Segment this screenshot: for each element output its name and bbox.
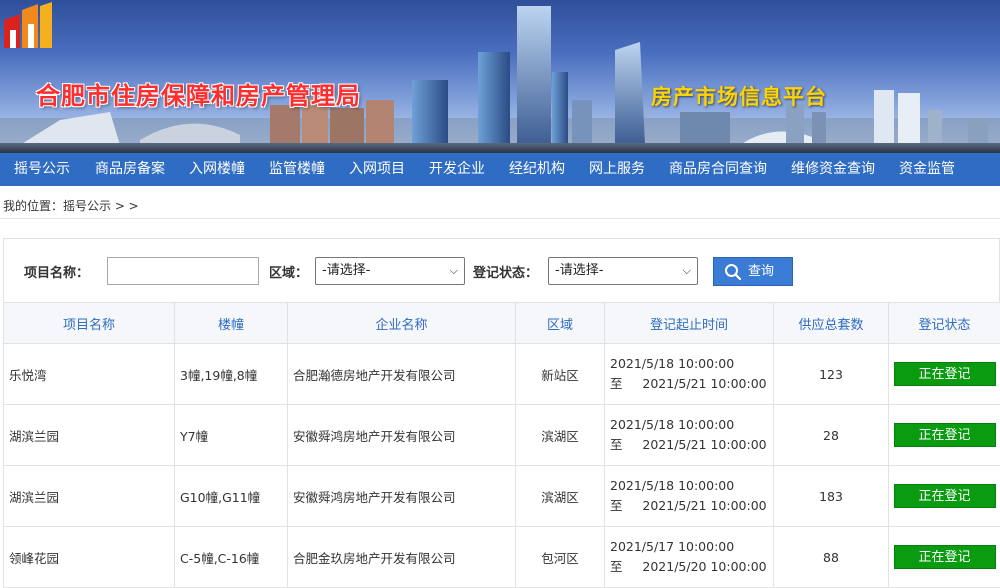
col-header-company: 企业名称	[288, 303, 516, 344]
bureau-logo-icon	[0, 0, 56, 52]
period-end: 2021/5/21 10:00:00	[642, 437, 766, 452]
col-header-total: 供应总套数	[774, 303, 889, 344]
search-panel: 项目名称： 区域： -请选择- ⌵ 登记状态： -请选择- ⌵ 查询	[3, 238, 1000, 302]
period-cell: 2021/5/18 10:00:00 至 2021/5/21 10:00:00	[605, 466, 774, 527]
period-end-line: 至 2021/5/21 10:00:00	[610, 374, 773, 394]
period-to: 至	[610, 376, 623, 391]
period-start: 2021/5/18 10:00:00	[610, 354, 773, 374]
period-end: 2021/5/21 10:00:00	[642, 498, 766, 513]
status-select[interactable]: -请选择- ⌵	[548, 257, 698, 285]
divider	[0, 218, 1000, 219]
company-cell: 安徽舜鸿房地产开发有限公司	[288, 405, 516, 466]
company-cell: 安徽舜鸿房地产开发有限公司	[288, 466, 516, 527]
col-header-project: 项目名称	[4, 303, 175, 344]
status-cell: 正在登记	[889, 344, 1000, 405]
district-select[interactable]: -请选择- ⌵	[315, 257, 465, 285]
search-icon	[724, 263, 742, 281]
building-cell: 3幢,19幢,8幢	[175, 344, 288, 405]
district-label: 区域：	[269, 262, 308, 281]
lottery-table: 项目名称 楼幢 企业名称 区域 登记起止时间 供应总套数 登记状态 乐悦湾 3幢…	[3, 302, 1000, 588]
period-to: 至	[610, 559, 623, 574]
nav-item-network-buildings[interactable]: 入网楼幢	[189, 153, 245, 186]
district-select-value: -请选择-	[322, 263, 370, 278]
table-row: 湖滨兰园 Y7幢 安徽舜鸿房地产开发有限公司 滨湖区 2021/5/18 10:…	[4, 405, 1000, 466]
total-cell: 88	[774, 527, 889, 588]
period-cell: 2021/5/18 10:00:00 至 2021/5/21 10:00:00	[605, 344, 774, 405]
project-name-input[interactable]	[107, 257, 259, 285]
col-header-status: 登记状态	[889, 303, 1000, 344]
col-header-period: 登记起止时间	[605, 303, 774, 344]
table-header-row: 项目名称 楼幢 企业名称 区域 登记起止时间 供应总套数 登记状态	[4, 303, 1000, 344]
district-cell: 新站区	[516, 344, 605, 405]
project-name-link[interactable]: 湖滨兰园	[4, 405, 175, 466]
total-cell: 28	[774, 405, 889, 466]
nav-item-online-service[interactable]: 网上服务	[589, 153, 645, 186]
nav-item-fund-supervision[interactable]: 资金监管	[899, 153, 955, 186]
nav-item-network-projects[interactable]: 入网项目	[349, 153, 405, 186]
project-name-link[interactable]: 湖滨兰园	[4, 466, 175, 527]
period-start: 2021/5/17 10:00:00	[610, 537, 773, 557]
building-cell: C-5幢,C-16幢	[175, 527, 288, 588]
nav-item-housing-filing[interactable]: 商品房备案	[95, 153, 165, 186]
district-cell: 包河区	[516, 527, 605, 588]
col-header-district: 区域	[516, 303, 605, 344]
header-banner: 合肥市住房保障和房产管理局 房产市场信息平台	[0, 0, 1000, 153]
period-to: 至	[610, 437, 623, 452]
nav-item-brokers[interactable]: 经纪机构	[509, 153, 565, 186]
district-cell: 滨湖区	[516, 405, 605, 466]
nav-item-developers[interactable]: 开发企业	[429, 153, 485, 186]
company-cell: 合肥瀚德房地产开发有限公司	[288, 344, 516, 405]
district-cell: 滨湖区	[516, 466, 605, 527]
building-cell: G10幢,G11幢	[175, 466, 288, 527]
period-cell: 2021/5/18 10:00:00 至 2021/5/21 10:00:00	[605, 405, 774, 466]
table-row: 领峰花园 C-5幢,C-16幢 合肥金玖房地产开发有限公司 包河区 2021/5…	[4, 527, 1000, 588]
nav-item-lottery-announce[interactable]: 摇号公示	[14, 153, 70, 186]
breadcrumb: 我的位置：摇号公示 > >	[3, 197, 139, 214]
main-nav: 摇号公示 商品房备案 入网楼幢 监管楼幢 入网项目 开发企业 经纪机构 网上服务…	[0, 153, 1000, 186]
project-name-label: 项目名称：	[24, 262, 89, 281]
project-name-link[interactable]: 乐悦湾	[4, 344, 175, 405]
platform-title: 房产市场信息平台	[651, 81, 827, 111]
search-button-label: 查询	[748, 258, 774, 285]
status-cell: 正在登记	[889, 527, 1000, 588]
search-button[interactable]: 查询	[713, 257, 793, 286]
table-row: 湖滨兰园 G10幢,G11幢 安徽舜鸿房地产开发有限公司 滨湖区 2021/5/…	[4, 466, 1000, 527]
period-to: 至	[610, 498, 623, 513]
nav-item-supervised-buildings[interactable]: 监管楼幢	[269, 153, 325, 186]
company-cell: 合肥金玖房地产开发有限公司	[288, 527, 516, 588]
period-start: 2021/5/18 10:00:00	[610, 476, 773, 496]
status-button[interactable]: 正在登记	[894, 484, 996, 508]
table-row: 乐悦湾 3幢,19幢,8幢 合肥瀚德房地产开发有限公司 新站区 2021/5/1…	[4, 344, 1000, 405]
total-cell: 123	[774, 344, 889, 405]
col-header-building: 楼幢	[175, 303, 288, 344]
period-end: 2021/5/21 10:00:00	[642, 376, 766, 391]
project-name-link[interactable]: 领峰花园	[4, 527, 175, 588]
status-cell: 正在登记	[889, 405, 1000, 466]
status-button[interactable]: 正在登记	[894, 423, 996, 447]
status-cell: 正在登记	[889, 466, 1000, 527]
building-cell: Y7幢	[175, 405, 288, 466]
period-start: 2021/5/18 10:00:00	[610, 415, 773, 435]
period-cell: 2021/5/17 10:00:00 至 2021/5/20 10:00:00	[605, 527, 774, 588]
nav-item-maintenance-fund-query[interactable]: 维修资金查询	[791, 153, 875, 186]
nav-item-contract-query[interactable]: 商品房合同查询	[669, 153, 767, 186]
total-cell: 183	[774, 466, 889, 527]
chevron-down-icon: ⌵	[450, 258, 458, 284]
status-button[interactable]: 正在登记	[894, 362, 996, 386]
chevron-down-icon: ⌵	[683, 258, 691, 284]
period-end-line: 至 2021/5/20 10:00:00	[610, 557, 773, 577]
period-end-line: 至 2021/5/21 10:00:00	[610, 435, 773, 455]
period-end: 2021/5/20 10:00:00	[642, 559, 766, 574]
status-label: 登记状态：	[473, 262, 538, 281]
status-button[interactable]: 正在登记	[894, 545, 996, 569]
period-end-line: 至 2021/5/21 10:00:00	[610, 496, 773, 516]
status-select-value: -请选择-	[555, 263, 603, 278]
site-title: 合肥市住房保障和房产管理局	[36, 76, 361, 111]
